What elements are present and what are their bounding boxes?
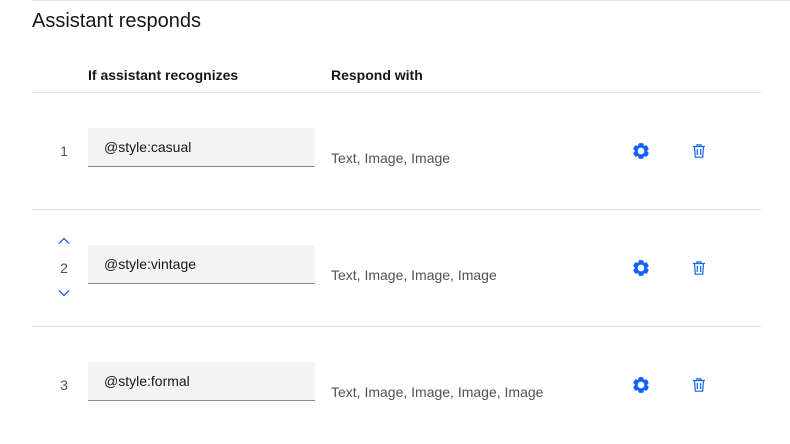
- response-condition-row: 3 @style:formal Text, Image, Image, Imag…: [32, 327, 761, 444]
- chevron-down-icon: [58, 290, 70, 297]
- response-types[interactable]: Text, Image, Image: [331, 150, 450, 166]
- settings-button[interactable]: [631, 375, 651, 395]
- response-condition-row: 1 @style:casual Text, Image, Image: [32, 93, 761, 210]
- response-column-header: Respond with: [331, 67, 423, 83]
- trash-icon: [693, 144, 705, 158]
- trash-icon: [693, 261, 705, 275]
- delete-button[interactable]: [689, 375, 709, 395]
- top-divider: [32, 0, 790, 1]
- response-types[interactable]: Text, Image, Image, Image, Image: [331, 384, 543, 400]
- row-number: 2: [60, 260, 68, 276]
- move-down-button[interactable]: [55, 284, 73, 302]
- condition-field[interactable]: @style:formal: [88, 362, 315, 401]
- move-up-button[interactable]: [55, 232, 73, 250]
- delete-button[interactable]: [689, 141, 709, 161]
- trash-icon: [693, 378, 705, 392]
- gear-icon: [633, 143, 649, 159]
- delete-button[interactable]: [689, 258, 709, 278]
- condition-column-header: If assistant recognizes: [88, 67, 239, 83]
- condition-field[interactable]: @style:casual: [88, 128, 315, 167]
- settings-button[interactable]: [631, 141, 651, 161]
- chevron-up-icon: [58, 237, 70, 244]
- gear-icon: [633, 260, 649, 276]
- section-title: Assistant responds: [32, 10, 201, 32]
- condition-field[interactable]: @style:vintage: [88, 245, 315, 284]
- settings-button[interactable]: [631, 258, 651, 278]
- row-number: 1: [60, 143, 68, 159]
- row-number: 3: [60, 377, 68, 393]
- response-types[interactable]: Text, Image, Image, Image: [331, 267, 497, 283]
- response-condition-row: 2 @style:vintage Text, Image, Image, Ima…: [32, 210, 761, 327]
- gear-icon: [633, 377, 649, 393]
